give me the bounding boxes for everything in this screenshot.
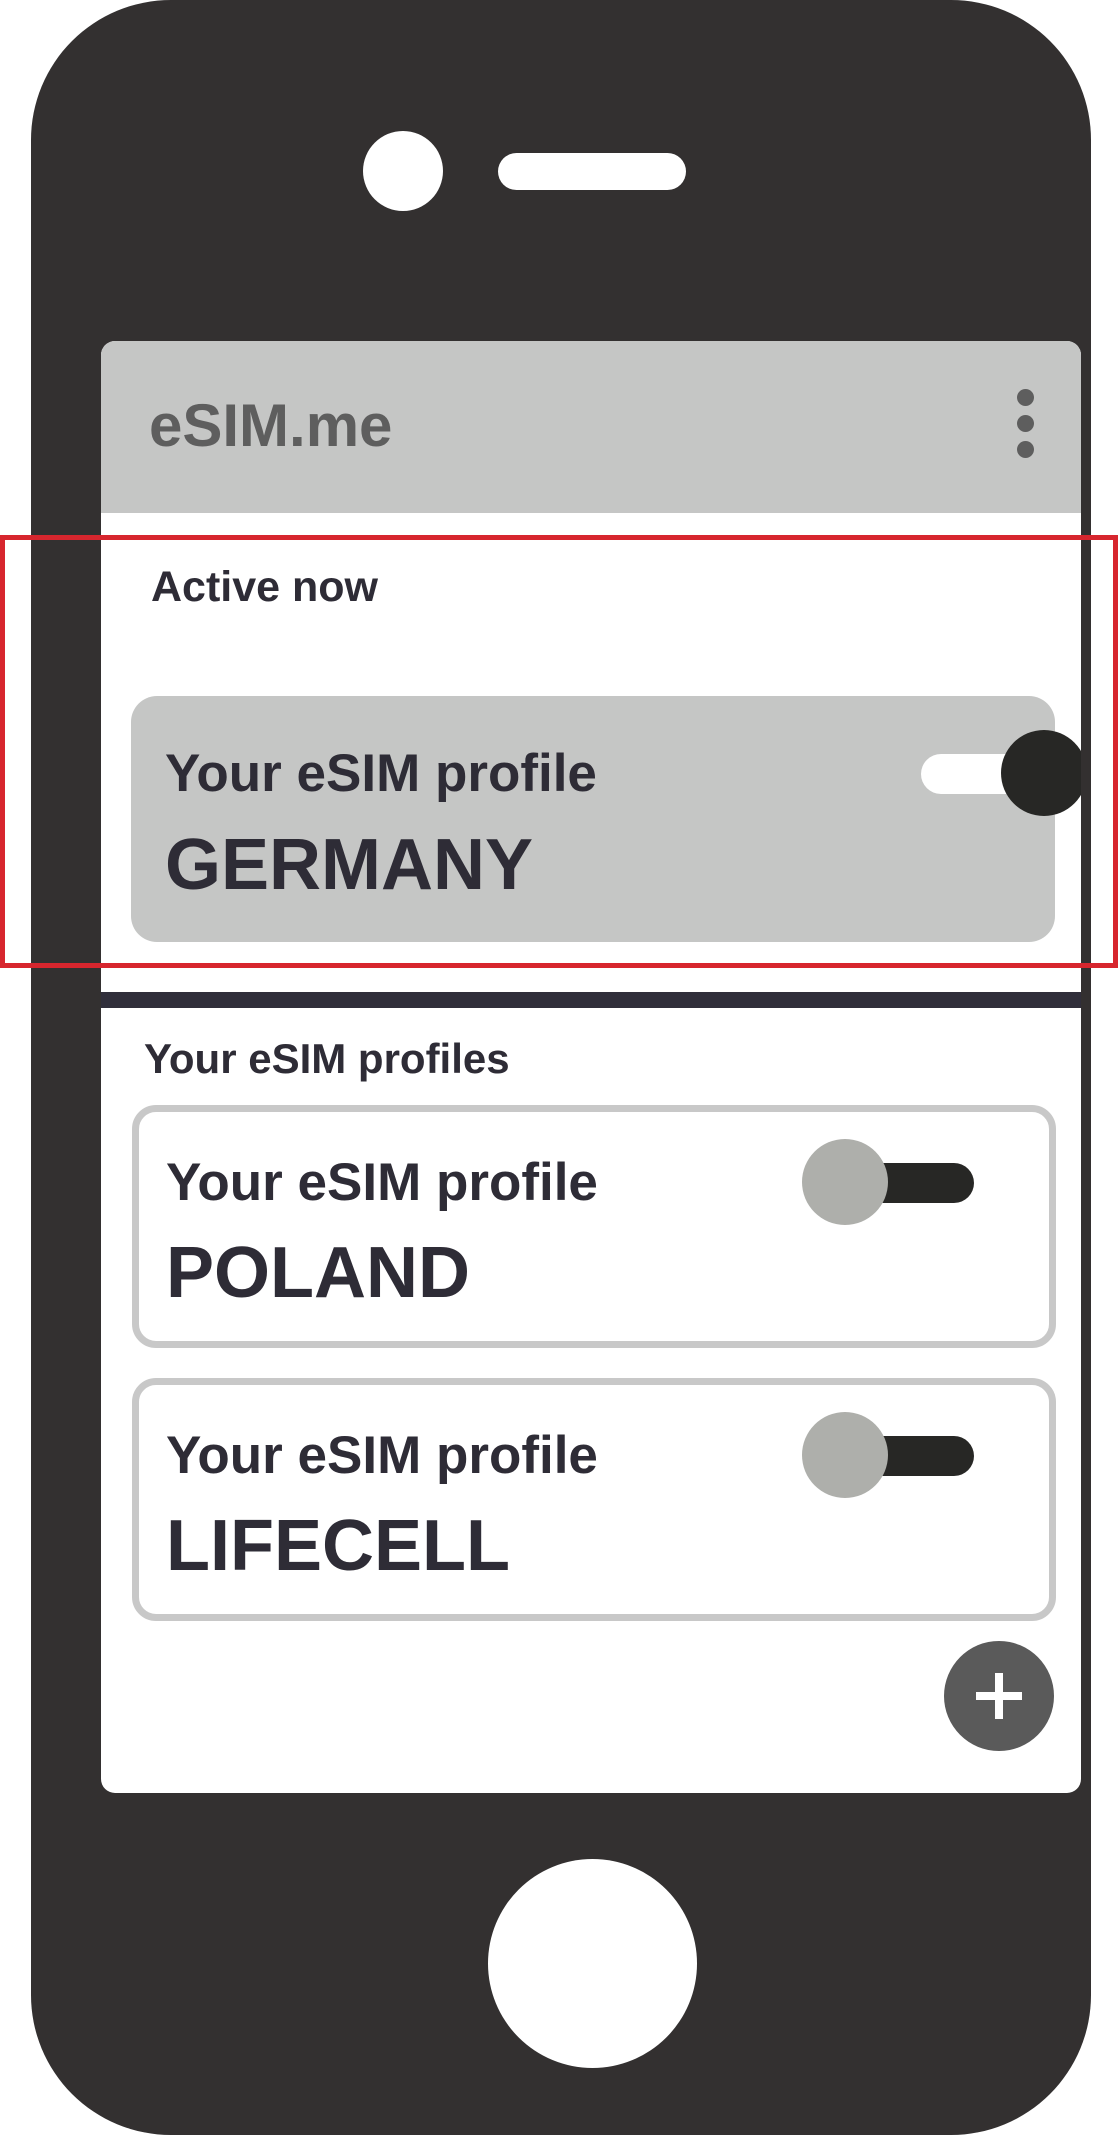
profile-name: LIFECELL — [166, 1506, 510, 1586]
menu-dot — [1017, 389, 1034, 406]
profile-name: POLAND — [166, 1233, 470, 1313]
more-vertical-icon[interactable] — [1013, 389, 1039, 465]
profile-card-lifecell[interactable]: Your eSIM profile LIFECELL — [132, 1378, 1056, 1621]
profile-toggle-off[interactable] — [802, 1412, 982, 1498]
profiles-section-label: Your eSIM profiles — [144, 1035, 510, 1082]
front-camera — [363, 131, 443, 211]
home-button[interactable] — [488, 1859, 697, 2068]
profile-toggle-off[interactable] — [802, 1139, 982, 1225]
phone-frame: eSIM.me Active now Your eSIM profile GER… — [31, 0, 1091, 2135]
menu-dot — [1017, 441, 1034, 458]
add-profile-button[interactable] — [944, 1641, 1054, 1751]
profile-subtitle: Your eSIM profile — [166, 1426, 598, 1485]
section-divider — [101, 992, 1081, 1008]
toggle-knob — [802, 1139, 888, 1225]
profile-subtitle: Your eSIM profile — [166, 1153, 598, 1212]
highlight-box-active-now — [0, 535, 1118, 968]
app-title: eSIM.me — [149, 392, 393, 459]
menu-dot — [1017, 415, 1034, 432]
profile-card-poland[interactable]: Your eSIM profile POLAND — [132, 1105, 1056, 1348]
toggle-knob — [802, 1412, 888, 1498]
app-bar: eSIM.me — [101, 341, 1081, 513]
earpiece-speaker — [498, 153, 686, 190]
